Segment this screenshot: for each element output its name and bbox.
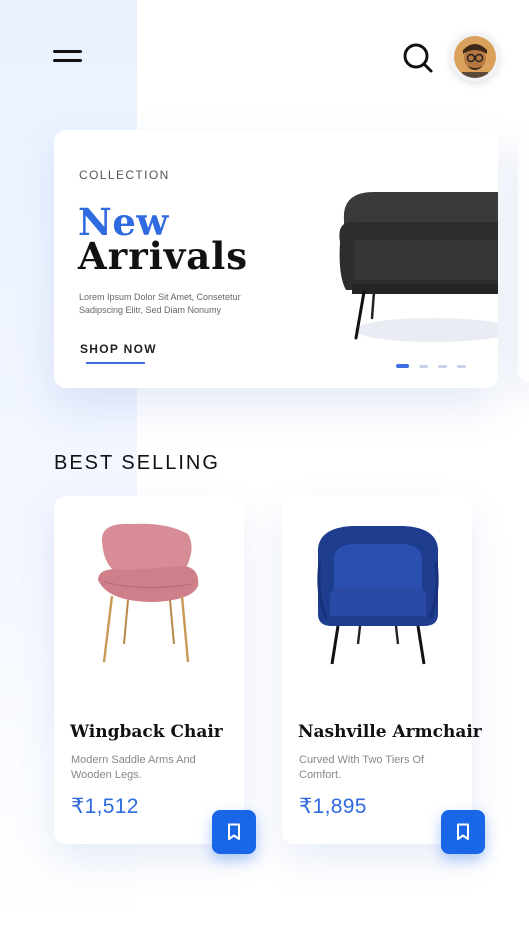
carousel-dot[interactable] [438,365,447,368]
product-name: Nashville Armchair [298,722,482,742]
sofa-image [339,192,498,342]
product-description: Modern Saddle Arms And Wooden Legs. [71,754,196,781]
hero-description: Lorem Ipsum Dolor Sit Amet, Consetetur S… [79,292,241,315]
best-selling-title: BEST SELLING [54,452,220,474]
product-description: Curved With Two Tiers Of Comfort. [299,754,425,781]
shop-now-underline [86,362,145,364]
bookmark-icon [228,823,240,840]
hero-eyebrow: COLLECTION [79,168,170,182]
search-icon [403,43,433,73]
wingback-chair-image [98,523,199,663]
user-avatar[interactable] [450,32,500,82]
carousel-dot[interactable] [419,365,428,368]
product-name: Wingback Chair [70,722,223,742]
product-card[interactable]: Wingback Chair Modern Saddle Arms And Wo… [54,496,256,854]
hero-banner[interactable]: COLLECTION New Arrivals Lorem Ipsum Dolo… [54,130,498,388]
bookmark-button[interactable] [441,810,485,854]
hamburger-menu-icon [53,50,82,53]
hero-title-line2: Arrivals [78,234,249,278]
shop-now-button[interactable]: SHOP NOW [80,342,157,356]
menu-button[interactable] [50,45,86,69]
carousel-dot[interactable] [457,365,466,368]
search-button[interactable] [398,38,436,76]
carousel-dot[interactable] [396,364,409,368]
product-card[interactable]: Nashville Armchair Curved With Two Tiers… [282,496,485,854]
hamburger-menu-line [53,59,82,62]
avatar-image [454,36,496,78]
nashville-armchair-image [317,526,439,665]
next-hero-card-peek[interactable] [518,138,529,382]
bookmark-button[interactable] [212,810,256,854]
bookmark-icon [457,823,469,840]
product-price: ₹1,895 [299,795,367,818]
product-price: ₹1,512 [71,795,139,818]
